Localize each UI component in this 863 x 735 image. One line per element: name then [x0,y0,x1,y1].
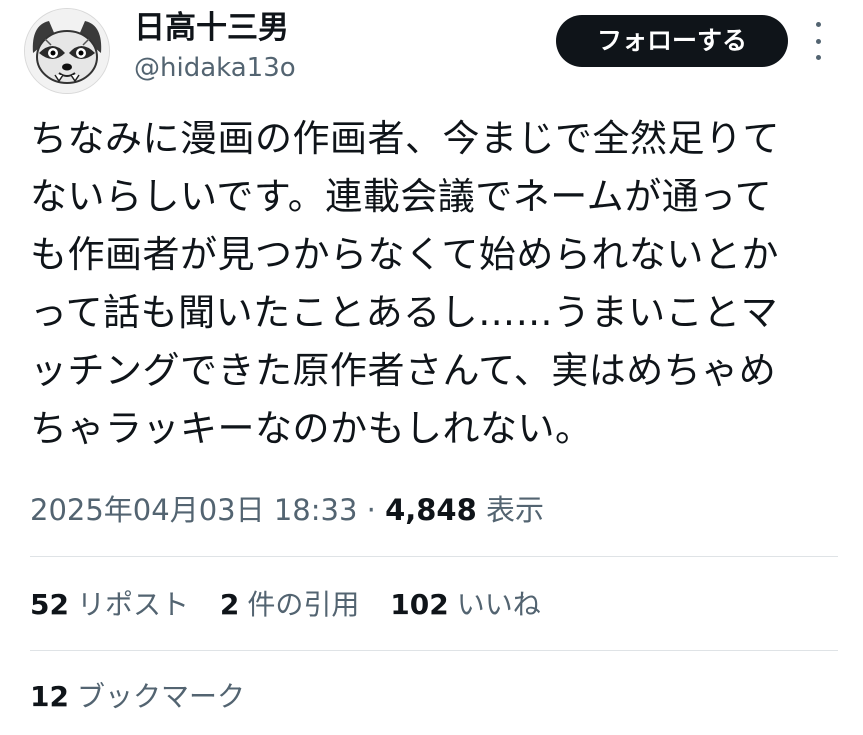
quotes-label: 件の引用 [247,588,360,621]
bookmarks-label: ブックマーク [76,680,245,713]
views-count: 4,848 [385,493,477,527]
likes-count: 102 [390,588,449,621]
tweet-line: ッチングできた原作者さんて、実はめちゃめ [30,349,777,392]
quotes-stat[interactable]: 2 件の引用 [220,585,360,625]
timestamp[interactable]: 2025年04月03日 18:33 [30,493,357,527]
more-options-icon[interactable] [808,22,828,60]
display-name[interactable]: 日高十三男 [134,10,289,46]
likes-label: いいね [456,588,541,621]
bookmarks-count: 12 [30,680,69,713]
tweet-meta: 2025年04月03日 18:33 · 4,848 表示 [30,490,544,530]
views-label: 表示 [486,493,545,527]
raccoon-avatar-icon [25,9,109,93]
reposts-stat[interactable]: 52 リポスト [30,585,189,625]
quotes-count: 2 [219,588,240,621]
user-handle[interactable]: @hidaka13o [134,52,296,84]
tweet-line: ないらしいです。連載会議でネームが通って [30,175,773,218]
bookmarks-stat[interactable]: 12 ブックマーク [30,677,245,717]
dot [815,22,821,27]
tweet-line: ちゃラッキーなのかもしれない。 [30,407,593,450]
likes-stat[interactable]: 102 いいね [390,585,540,625]
tweet-line: って話も聞いたことあるし……うまいことマ [30,291,779,334]
tweet-body: ちなみに漫画の作画者、今まじで全然足りて ないらしいです。連載会議でネームが通っ… [30,110,840,458]
user-avatar[interactable] [24,8,110,94]
divider [30,650,838,651]
dot [815,38,821,44]
tweet-line: も作画者が見つからなくて始められないとか [30,233,779,276]
follow-button[interactable]: フォローする [556,15,788,67]
dot [815,55,821,60]
tweet-line: ちなみに漫画の作画者、今まじで全然足りて [30,117,780,160]
reposts-label: リポスト [76,588,189,621]
bookmark-stats: 12 ブックマーク [30,677,267,717]
tweet-header: 日高十三男 @hidaka13o フォローする [0,0,863,100]
reposts-count: 52 [30,588,69,621]
divider [30,556,838,557]
engagement-stats: 52 リポスト 2 件の引用 102 いいね [30,585,563,625]
meta-separator: · [366,493,376,527]
